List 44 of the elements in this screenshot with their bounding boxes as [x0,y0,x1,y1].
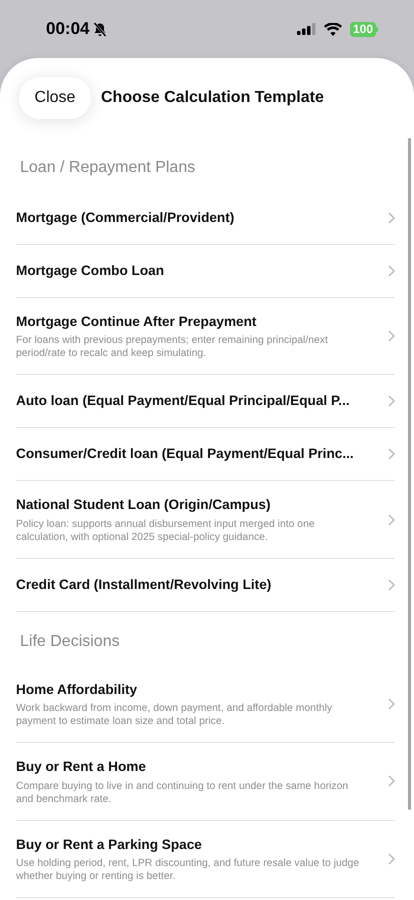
template-row[interactable]: Credit Card (Installment/Revolving Lite) [16,558,395,612]
template-row[interactable]: Mortgage Continue After Prepayment For loans with previous prepayments; enter remaining principal/next period/rate to recalc and keep simulating. [16,298,395,376]
template-description: Work backward from income, down payment, and affordable monthly payment to estimate loan size and total price. [16,702,334,728]
template-title: Buy or Rent a Home [16,758,147,776]
template-row[interactable]: Auto loan (Equal Payment/Equal Principal/Equal P... [16,375,395,428]
chevron-icon [388,330,395,342]
chevron-icon [388,514,395,526]
template-title: Auto loan (Equal Payment/Equal Principal/Equal P... [16,392,351,410]
chevron-icon [388,448,395,460]
template-row[interactable]: Consumer/Credit loan (Equal Payment/Equal Princ... [16,428,395,482]
wifi-icon [324,22,342,36]
chevron-icon [388,395,395,408]
template-title: Home Affordability [16,680,138,699]
template-row[interactable]: Mortgage Combo Loan [16,245,395,298]
chevron-icon [388,265,395,277]
bell-slash-icon [93,22,108,36]
template-description: Compare buying to live in and continuing to rent under the same horizon and benchmark rate. [16,780,350,806]
template-description: Use holding period, rent, LPR discounting, and future resale value to judge whether buying or renting is better. [16,856,360,883]
template-title: Consumer/Credit loan (Equal Payment/Equal Princ... [16,445,355,464]
section-header: Loan / Repayment Plans [20,159,196,176]
template-title: Mortgage (Commercial/Provident) [16,208,236,227]
close-button[interactable]: Close [19,77,91,119]
template-row[interactable]: Mortgage (Commercial/Provident) [16,192,395,245]
template-row[interactable]: Buy or Rent a Home Compare buying to live in and continuing to rent under the same horizon and benchmark rate. [16,743,395,821]
template-row[interactable]: Buy or Rent a Parking Space Use holding period, rent, LPR discounting, and future resale value to judge whether buying or renting is better. [16,820,395,898]
chevron-icon [388,212,395,224]
template-title: National Student Loan (Origin/Campus) [16,496,272,514]
battery-level: 100 [350,22,376,36]
section-header: Life Decisions [20,632,120,650]
template-description: Policy loan: supports annual disbursement input merged into one calculation, with optional 2025 special-policy guidance. [16,518,316,544]
chevron-icon [388,578,395,591]
template-description: For loans with previous prepayments; enter remaining principal/next period/rate to recalc and keep simulating. [16,334,329,360]
chevron-icon [388,698,395,710]
template-title: Mortgage Combo Loan [16,262,166,280]
chevron-icon [388,852,395,865]
signal-icon [296,23,316,35]
template-row[interactable]: National Student Loan (Origin/Campus) Policy loan: supports annual disbursement input merged into one calculation, with optional 2025 special-policy guidance. [16,481,395,559]
status-time: 00:04 [46,18,90,40]
chevron-icon [388,775,395,788]
template-title: Mortgage Continue After Prepayment [16,313,258,331]
template-title: Credit Card (Installment/Revolving Lite) [16,576,272,594]
template-title: Buy or Rent a Parking Space [16,836,203,854]
template-row[interactable]: Home Affordability Work backward from income, down payment, and affordable monthly payment to estimate loan size and total price. [16,666,395,744]
sheet-title: Choose Calculation Template [101,88,324,108]
